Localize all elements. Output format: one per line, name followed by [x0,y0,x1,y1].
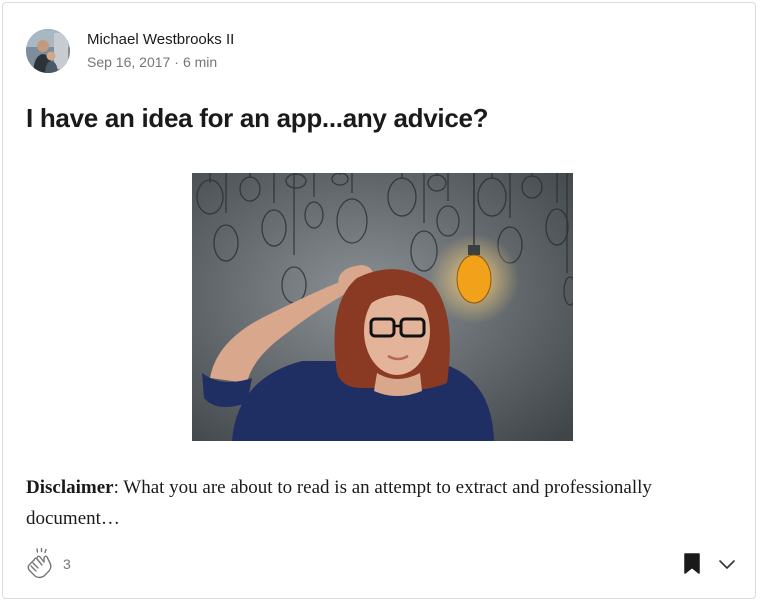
excerpt-text: : What you are about to read is an attem… [26,477,652,529]
meta-separator: · [174,54,179,70]
post-date: Sep 16, 2017 [87,54,171,70]
bookmark-icon[interactable] [682,552,702,576]
author-name[interactable]: Michael Westbrooks II [87,31,234,48]
excerpt-label: Disclaimer [26,477,114,498]
post-title[interactable]: I have an idea for an app...any advice? [26,103,489,134]
clap-icon[interactable] [25,547,55,580]
post-card[interactable]: Michael Westbrooks II Sep 16, 2017 · 6 min… [2,2,756,599]
lit-lightbulb-icon [456,254,492,304]
post-meta: Sep 16, 2017 · 6 min [87,54,217,70]
post-excerpt[interactable]: Disclaimer: What you are about to read i… [26,472,741,534]
author-avatar[interactable] [26,29,70,73]
clap-count: 3 [63,556,71,572]
post-image[interactable] [192,173,573,441]
read-time: 6 min [182,54,218,70]
chevron-down-icon[interactable] [715,554,739,574]
